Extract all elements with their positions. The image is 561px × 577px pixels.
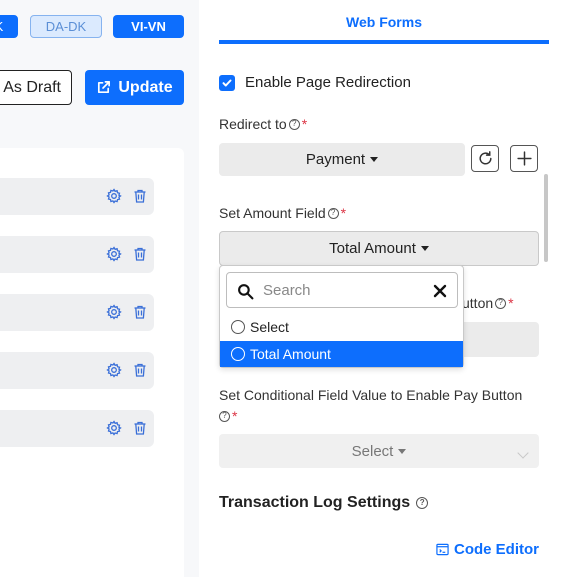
- gear-icon[interactable]: [106, 304, 122, 320]
- trash-icon[interactable]: [132, 420, 148, 436]
- trash-icon[interactable]: [132, 188, 148, 204]
- update-button[interactable]: Update: [85, 70, 184, 105]
- external-link-icon: [98, 81, 111, 94]
- dropdown-search-input[interactable]: [263, 281, 423, 299]
- pay-button-field-select[interactable]: [462, 322, 539, 357]
- refresh-icon: [478, 151, 492, 165]
- enable-redirection-checkbox[interactable]: [219, 75, 235, 91]
- dropdown-option-select[interactable]: Select: [220, 314, 463, 340]
- radio-selected-icon: [231, 347, 245, 361]
- left-pane: K DA-DK VI-VN As Draft Update: [0, 0, 199, 577]
- caret-down-icon: [398, 448, 407, 454]
- required-marker: *: [340, 205, 347, 221]
- refresh-button[interactable]: [471, 145, 499, 172]
- help-icon[interactable]: ?: [327, 207, 339, 219]
- list-item[interactable]: [0, 410, 154, 447]
- enable-redirection-label[interactable]: Enable Page Redirection: [245, 74, 411, 91]
- help-icon[interactable]: ?: [416, 497, 429, 509]
- conditional-field-select[interactable]: Select: [219, 434, 539, 468]
- clear-search-icon[interactable]: [433, 284, 447, 298]
- trash-icon[interactable]: [132, 362, 148, 378]
- set-amount-field-label: Set Amount Field ? *: [219, 205, 347, 221]
- caret-down-icon: [370, 157, 379, 162]
- gear-icon[interactable]: [106, 362, 122, 378]
- required-marker: *: [232, 408, 238, 424]
- help-icon[interactable]: ?: [219, 410, 230, 422]
- language-tab-vi-vn[interactable]: VI-VN: [113, 15, 184, 38]
- code-window-icon: [436, 543, 449, 556]
- list-item[interactable]: [0, 352, 154, 389]
- amount-field-select[interactable]: Total Amount: [219, 231, 539, 266]
- redirect-to-select[interactable]: Payment: [219, 143, 465, 176]
- dropdown-option-total-amount[interactable]: Total Amount: [220, 341, 463, 367]
- conditional-field-label-markers: ? *: [219, 408, 237, 424]
- language-tab-da-dk[interactable]: DA-DK: [30, 15, 102, 38]
- gear-icon[interactable]: [106, 246, 122, 262]
- dropdown-search-box: [226, 272, 458, 308]
- help-icon[interactable]: ?: [495, 297, 507, 309]
- caret-down-icon: [420, 246, 429, 251]
- gear-icon[interactable]: [106, 420, 122, 436]
- pay-button-field-label: utton ? *: [462, 295, 514, 311]
- radio-icon: [231, 320, 245, 334]
- scrollbar[interactable]: [544, 174, 548, 262]
- checkmark-icon: [222, 79, 232, 87]
- required-marker: *: [301, 116, 308, 132]
- save-as-draft-button[interactable]: As Draft: [0, 70, 72, 105]
- trash-icon[interactable]: [132, 304, 148, 320]
- tab-web-forms[interactable]: Web Forms: [219, 0, 549, 44]
- gear-icon[interactable]: [106, 188, 122, 204]
- required-marker: *: [508, 295, 514, 311]
- list-item[interactable]: [0, 178, 154, 215]
- plus-icon: [516, 151, 532, 166]
- help-icon[interactable]: ?: [288, 118, 300, 130]
- trash-icon[interactable]: [132, 246, 148, 262]
- code-editor-link[interactable]: Code Editor: [436, 541, 539, 558]
- redirect-to-label: Redirect to ? *: [219, 116, 308, 132]
- chevron-down-icon: [517, 447, 529, 459]
- amount-field-dropdown: Select Total Amount: [219, 265, 464, 368]
- conditional-field-label: Set Conditional Field Value to Enable Pa…: [219, 387, 523, 403]
- language-tab-k[interactable]: K: [0, 15, 18, 38]
- list-item[interactable]: [0, 236, 154, 273]
- list-item[interactable]: [0, 294, 154, 331]
- add-button[interactable]: [510, 145, 538, 172]
- transaction-log-settings-title: Transaction Log Settings ?: [219, 494, 429, 512]
- search-icon: [238, 284, 254, 300]
